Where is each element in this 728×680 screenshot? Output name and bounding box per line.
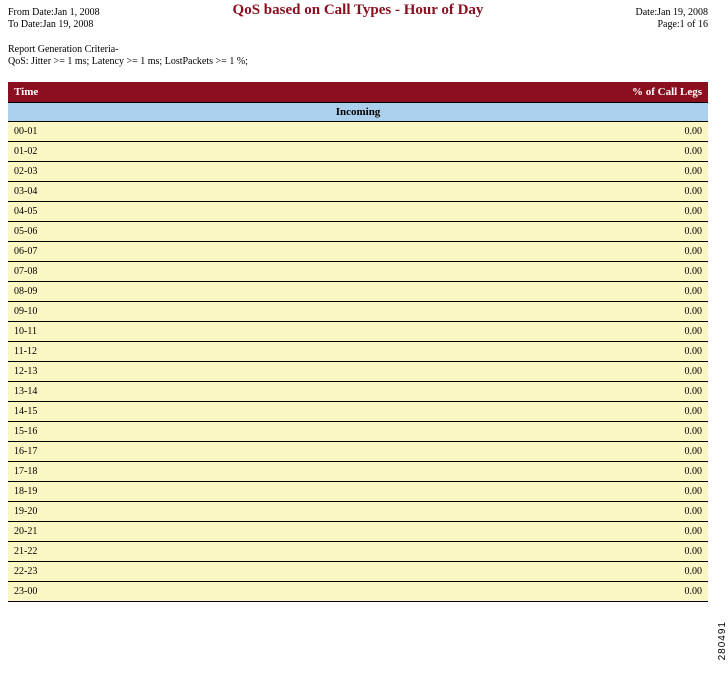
cell-value: 0.00 <box>223 122 708 142</box>
cell-time: 13-14 <box>8 382 223 402</box>
cell-time: 02-03 <box>8 162 223 182</box>
table-row: 16-170.00 <box>8 442 708 462</box>
table-row: 13-140.00 <box>8 382 708 402</box>
report-title: QoS based on Call Types - Hour of Day <box>8 2 708 19</box>
cell-time: 12-13 <box>8 362 223 382</box>
cell-time: 11-12 <box>8 342 223 362</box>
cell-value: 0.00 <box>223 202 708 222</box>
cell-value: 0.00 <box>223 282 708 302</box>
cell-time: 21-22 <box>8 542 223 562</box>
cell-value: 0.00 <box>223 502 708 522</box>
section-name: Incoming <box>8 103 708 122</box>
table-row: 23-000.00 <box>8 582 708 602</box>
page-number: Page:1 of 16 <box>657 19 708 30</box>
cell-time: 08-09 <box>8 282 223 302</box>
cell-time: 22-23 <box>8 562 223 582</box>
cell-time: 07-08 <box>8 262 223 282</box>
cell-time: 23-00 <box>8 582 223 602</box>
cell-value: 0.00 <box>223 242 708 262</box>
cell-value: 0.00 <box>223 262 708 282</box>
table-row: 07-080.00 <box>8 262 708 282</box>
data-table: Time % of Call Legs Incoming 00-010.0001… <box>8 82 708 602</box>
table-row: 10-110.00 <box>8 322 708 342</box>
cell-value: 0.00 <box>223 342 708 362</box>
table-row: 08-090.00 <box>8 282 708 302</box>
report-header: QoS based on Call Types - Hour of Day Fr… <box>8 0 708 36</box>
report-area: QoS based on Call Types - Hour of Day Fr… <box>8 0 708 602</box>
cell-value: 0.00 <box>223 402 708 422</box>
table-row: 03-040.00 <box>8 182 708 202</box>
cell-time: 01-02 <box>8 142 223 162</box>
cell-time: 14-15 <box>8 402 223 422</box>
cell-value: 0.00 <box>223 582 708 602</box>
table-row: 18-190.00 <box>8 482 708 502</box>
column-header-time: Time <box>8 82 223 103</box>
cell-time: 17-18 <box>8 462 223 482</box>
cell-value: 0.00 <box>223 182 708 202</box>
figure-code: 280491 <box>717 621 728 660</box>
table-row: 14-150.00 <box>8 402 708 422</box>
column-header-pct: % of Call Legs <box>223 82 708 103</box>
table-row: 12-130.00 <box>8 362 708 382</box>
cell-time: 03-04 <box>8 182 223 202</box>
table-header-row: Time % of Call Legs <box>8 82 708 103</box>
cell-value: 0.00 <box>223 522 708 542</box>
cell-time: 20-21 <box>8 522 223 542</box>
cell-value: 0.00 <box>223 482 708 502</box>
table-row: 17-180.00 <box>8 462 708 482</box>
cell-time: 05-06 <box>8 222 223 242</box>
cell-value: 0.00 <box>223 302 708 322</box>
cell-value: 0.00 <box>223 562 708 582</box>
cell-value: 0.00 <box>223 322 708 342</box>
table-row: 02-030.00 <box>8 162 708 182</box>
cell-time: 06-07 <box>8 242 223 262</box>
cell-time: 10-11 <box>8 322 223 342</box>
cell-value: 0.00 <box>223 362 708 382</box>
table-row: 00-010.00 <box>8 122 708 142</box>
criteria-title: Report Generation Criteria- <box>8 44 708 56</box>
table-row: 20-210.00 <box>8 522 708 542</box>
table-row: 11-120.00 <box>8 342 708 362</box>
cell-time: 15-16 <box>8 422 223 442</box>
section-row: Incoming <box>8 103 708 122</box>
cell-value: 0.00 <box>223 382 708 402</box>
table-row: 09-100.00 <box>8 302 708 322</box>
cell-value: 0.00 <box>223 162 708 182</box>
cell-time: 09-10 <box>8 302 223 322</box>
criteria-detail: QoS: Jitter >= 1 ms; Latency >= 1 ms; Lo… <box>8 56 708 68</box>
cell-time: 00-01 <box>8 122 223 142</box>
cell-value: 0.00 <box>223 142 708 162</box>
criteria-block: Report Generation Criteria- QoS: Jitter … <box>8 44 708 68</box>
cell-value: 0.00 <box>223 462 708 482</box>
cell-value: 0.00 <box>223 442 708 462</box>
table-row: 06-070.00 <box>8 242 708 262</box>
cell-value: 0.00 <box>223 222 708 242</box>
table-row: 01-020.00 <box>8 142 708 162</box>
cell-value: 0.00 <box>223 542 708 562</box>
report-date: Date:Jan 19, 2008 <box>636 7 709 18</box>
to-date: To Date:Jan 19, 2008 <box>8 19 93 30</box>
table-row: 21-220.00 <box>8 542 708 562</box>
cell-time: 19-20 <box>8 502 223 522</box>
cell-time: 04-05 <box>8 202 223 222</box>
table-row: 15-160.00 <box>8 422 708 442</box>
table-row: 04-050.00 <box>8 202 708 222</box>
table-row: 05-060.00 <box>8 222 708 242</box>
table-row: 22-230.00 <box>8 562 708 582</box>
from-date: From Date:Jan 1, 2008 <box>8 7 100 18</box>
table-row: 19-200.00 <box>8 502 708 522</box>
cell-value: 0.00 <box>223 422 708 442</box>
cell-time: 18-19 <box>8 482 223 502</box>
report-page: QoS based on Call Types - Hour of Day Fr… <box>0 0 728 680</box>
cell-time: 16-17 <box>8 442 223 462</box>
